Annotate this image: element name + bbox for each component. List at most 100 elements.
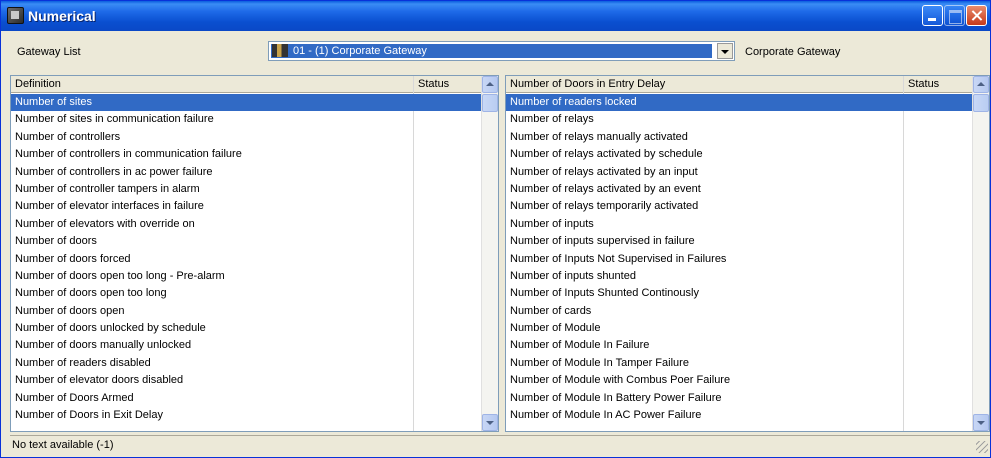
list-item[interactable]: Number of relays activated by schedule: [506, 146, 974, 163]
list-item[interactable]: Number of readers locked: [506, 94, 974, 112]
list-item-label: Number of Doors in Exit Delay: [15, 409, 163, 422]
column-header-definition[interactable]: Definition: [11, 76, 414, 93]
list-item-label: Number of doors open: [15, 304, 125, 317]
chevron-down-icon[interactable]: [717, 43, 733, 59]
list-item-label: Number of relays manually activated: [510, 130, 688, 143]
column-header-status[interactable]: Status: [904, 76, 974, 93]
list-item-label: Number of doors unlocked by schedule: [15, 322, 206, 335]
list-item[interactable]: Number of relays: [506, 111, 974, 128]
list-item[interactable]: Number of sites in communication failure: [11, 111, 483, 128]
title-bar[interactable]: Numerical: [1, 1, 990, 31]
list-item-label: Number of inputs: [510, 217, 594, 230]
list-item[interactable]: Number of controllers in ac power failur…: [11, 164, 483, 181]
list-item-label: Number of doors open too long - Pre-alar…: [15, 269, 225, 282]
list-item[interactable]: Number of doors forced: [11, 251, 483, 268]
scroll-down-icon[interactable]: [482, 414, 498, 431]
list-item-label: Number of Module In Tamper Failure: [510, 356, 689, 369]
list-item-label: Number of Module In AC Power Failure: [510, 409, 702, 422]
numerical-window: Numerical Gateway List 01 - (1) Corporat…: [0, 0, 991, 458]
list-item[interactable]: Number of inputs shunted: [506, 268, 974, 285]
list-item-label: Number of controller tampers in alarm: [15, 182, 200, 195]
list-item[interactable]: Number of relays activated by an event: [506, 181, 974, 198]
gateway-list-dropdown[interactable]: 01 - (1) Corporate Gateway: [268, 41, 735, 61]
list-item[interactable]: Number of controllers: [11, 129, 483, 146]
scroll-up-icon[interactable]: [973, 76, 989, 93]
column-header-status[interactable]: Status: [414, 76, 483, 93]
list-item[interactable]: Number of relays activated by an input: [506, 164, 974, 181]
numerical-rows: Number of readers locked Number of relays…: [506, 94, 974, 424]
list-item[interactable]: Number of Module In Battery Power Failur…: [506, 390, 974, 407]
list-item[interactable]: Number of Module with Combus Poer Failur…: [506, 372, 974, 389]
gateway-selected-value[interactable]: 01 - (1) Corporate Gateway: [271, 44, 712, 58]
list-item[interactable]: Number of Module In Failure: [506, 337, 974, 354]
scroll-thumb[interactable]: [482, 94, 498, 112]
list-item[interactable]: Number of Doors in Exit Delay: [11, 407, 483, 424]
list-item[interactable]: Number of relays manually activated: [506, 129, 974, 146]
list-item-label: Number of Module with Combus Poer Failur…: [510, 374, 731, 387]
list-item[interactable]: Number of controller tampers in alarm: [11, 181, 483, 198]
scroll-thumb[interactable]: [973, 94, 989, 112]
list-item-label: Number of Doors Armed: [15, 391, 134, 404]
list-item[interactable]: Number of doors: [11, 233, 483, 250]
list-item[interactable]: Number of doors open: [11, 303, 483, 320]
list-item[interactable]: Number of Inputs Not Supervised in Failu…: [506, 251, 974, 268]
list-item-label: Number of readers disabled: [15, 356, 151, 369]
list-item[interactable]: Number of elevator doors disabled: [11, 372, 483, 389]
list-item-label: Number of Inputs Shunted Continously: [510, 287, 699, 300]
list-item[interactable]: Number of inputs supervised in failure: [506, 233, 974, 250]
list-item-label: Number of elevators with override on: [15, 217, 195, 230]
list-item[interactable]: Number of inputs: [506, 216, 974, 233]
list-item[interactable]: Number of Module In Tamper Failure: [506, 355, 974, 372]
list-item-label: Number of cards: [510, 304, 592, 317]
status-bar: No text available (-1): [10, 435, 990, 455]
list-item[interactable]: Number of controllers in communication f…: [11, 146, 483, 163]
gateway-list-label: Gateway List: [17, 46, 81, 58]
list-item-label: Number of inputs shunted: [510, 269, 636, 282]
list-item-label: Number of sites in communication failure: [15, 113, 214, 126]
scroll-up-icon[interactable]: [482, 76, 498, 93]
list-item[interactable]: Number of relays temporarily activated: [506, 198, 974, 215]
list-item-label: Number of doors open too long: [15, 287, 167, 300]
list-item-label: Number of relays activated by an event: [510, 182, 701, 195]
right-scrollbar[interactable]: [972, 76, 989, 431]
list-item[interactable]: Number of cards: [506, 303, 974, 320]
gateway-icon: [272, 44, 288, 57]
list-item-label: Number of controllers: [15, 130, 121, 143]
list-item-label: Number of Inputs Not Supervised in Failu…: [510, 252, 727, 265]
list-item[interactable]: Number of sites: [11, 94, 483, 112]
list-item[interactable]: Number of elevators with override on: [11, 216, 483, 233]
list-item-label: Number of doors forced: [15, 252, 131, 265]
list-item[interactable]: Number of Doors Armed: [11, 390, 483, 407]
list-item[interactable]: Number of readers disabled: [11, 355, 483, 372]
close-button[interactable]: [966, 5, 987, 26]
list-item[interactable]: Number of doors unlocked by schedule: [11, 320, 483, 337]
list-item[interactable]: Number of doors open too long: [11, 285, 483, 302]
list-item-label: Number of doors manually unlocked: [15, 339, 192, 352]
list-item-label: Number of relays activated by schedule: [510, 148, 703, 161]
resize-grip-icon[interactable]: [976, 441, 988, 453]
list-item-label: Number of relays: [510, 113, 594, 126]
list-item[interactable]: Number of Module: [506, 320, 974, 337]
list-item[interactable]: Number of Module In AC Power Failure: [506, 407, 974, 424]
list-item-label: Number of doors: [15, 235, 97, 248]
column-header-entry-delay[interactable]: Number of Doors in Entry Delay: [506, 76, 904, 93]
list-item-label: Number of Module: [510, 322, 601, 335]
list-item-label: Number of controllers in communication f…: [15, 148, 242, 161]
list-item-label: Number of elevator doors disabled: [15, 374, 184, 387]
definition-list[interactable]: Definition Status Number of sites Number …: [10, 75, 499, 432]
definition-rows: Number of sites Number of sites in commun…: [11, 94, 483, 424]
list-item-label: Number of Module In Failure: [510, 339, 650, 352]
list-item[interactable]: Number of Inputs Shunted Continously: [506, 285, 974, 302]
scroll-down-icon[interactable]: [973, 414, 989, 431]
list-item[interactable]: Number of doors manually unlocked: [11, 337, 483, 354]
list-item[interactable]: Number of doors open too long - Pre-alar…: [11, 268, 483, 285]
minimize-button[interactable]: [922, 5, 943, 26]
list-item[interactable]: Number of elevator interfaces in failure: [11, 198, 483, 215]
maximize-button[interactable]: [944, 5, 965, 26]
list-item-label: Number of sites: [15, 96, 93, 108]
gateway-selected-text: 01 - (1) Corporate Gateway: [293, 45, 427, 57]
numerical-list[interactable]: Number of Doors in Entry Delay Status Nu…: [505, 75, 990, 432]
list-item-label: Number of Module In Battery Power Failur…: [510, 391, 722, 404]
list-item-label: Number of elevator interfaces in failure: [15, 200, 204, 213]
left-scrollbar[interactable]: [481, 76, 498, 431]
